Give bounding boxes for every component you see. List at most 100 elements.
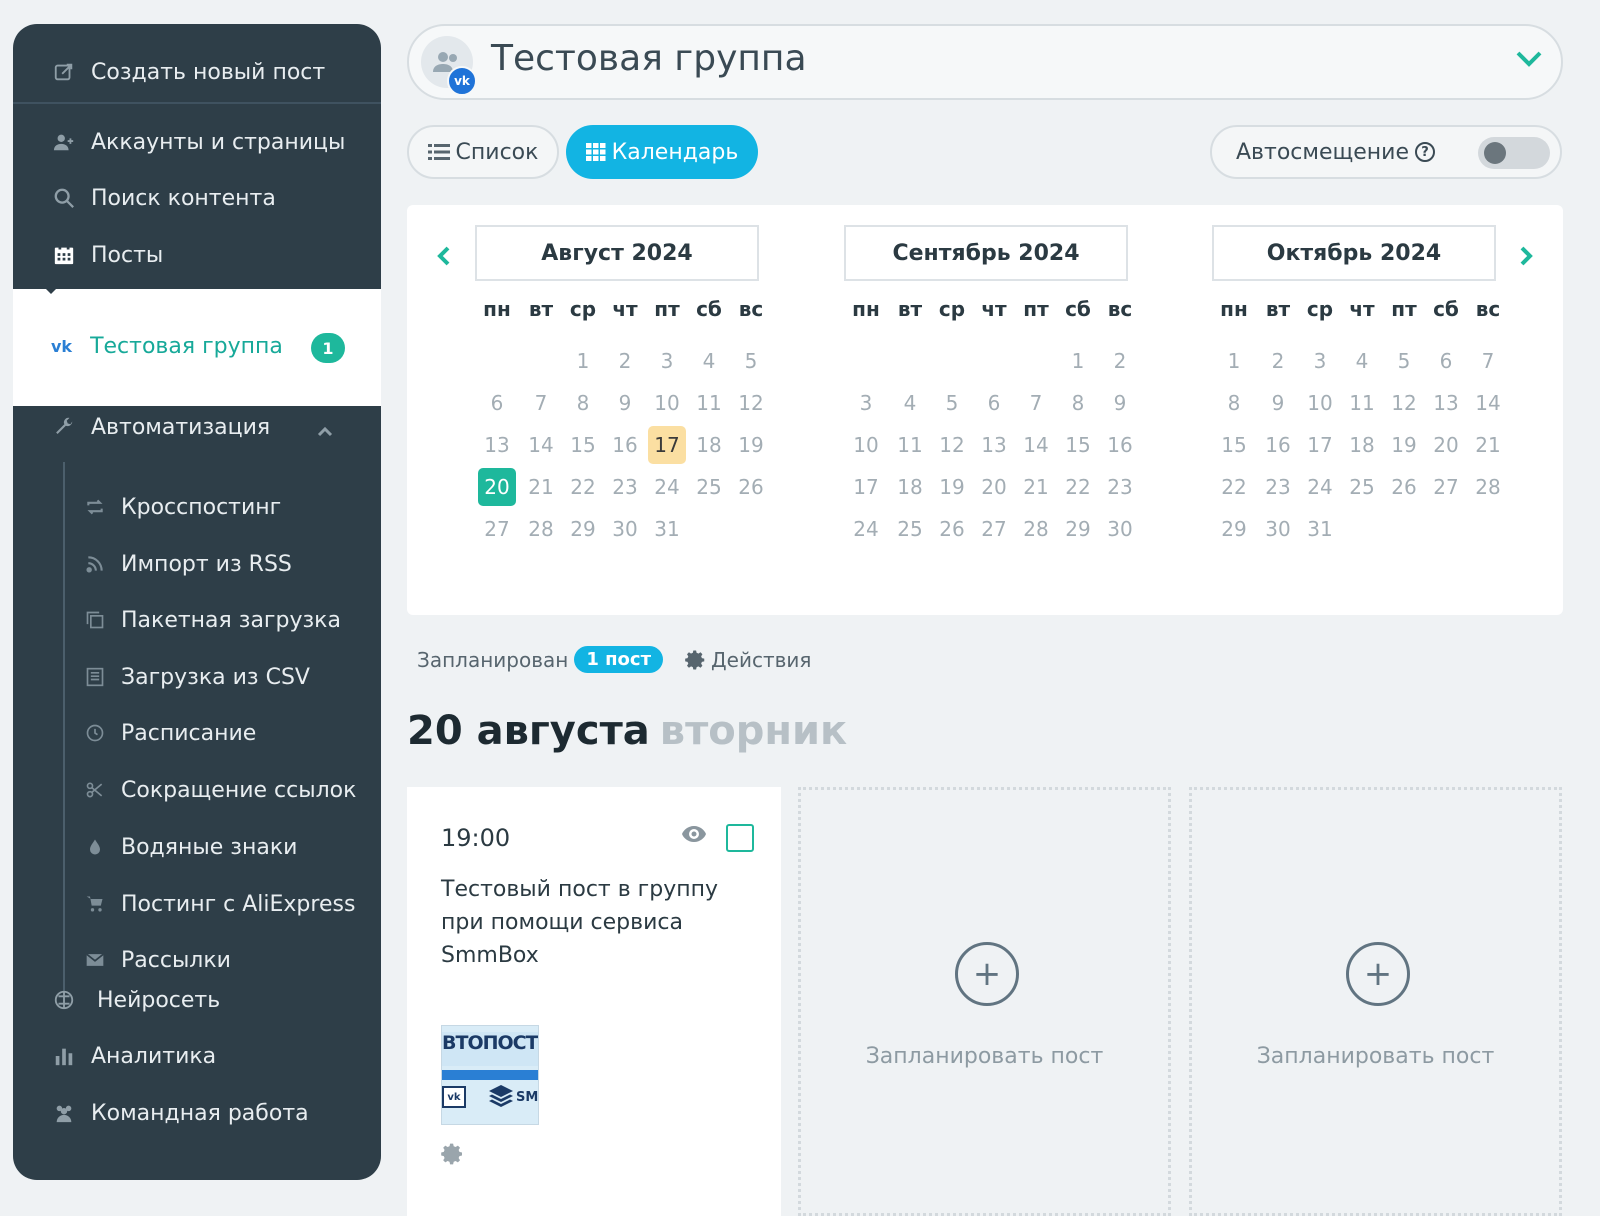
sidebar-subitem[interactable]: Кросспостинг: [13, 482, 381, 532]
sidebar-subitem[interactable]: Загрузка из CSV: [13, 652, 381, 702]
calendar-day[interactable]: 3: [847, 384, 885, 422]
calendar-day[interactable]: 17: [1301, 426, 1339, 464]
calendar-day[interactable]: 13: [1427, 384, 1465, 422]
calendar-day[interactable]: 28: [1017, 510, 1055, 548]
calendar-day[interactable]: 14: [1017, 426, 1055, 464]
calendar-day[interactable]: 13: [478, 426, 516, 464]
list-view-button[interactable]: Список: [407, 125, 559, 179]
calendar-day[interactable]: 19: [732, 426, 770, 464]
chevron-left-icon[interactable]: [437, 243, 451, 273]
calendar-day[interactable]: 29: [1215, 510, 1253, 548]
sidebar-subitem[interactable]: Импорт из RSS: [13, 539, 381, 589]
calendar-day[interactable]: 22: [564, 468, 602, 506]
sidebar-item-analytics[interactable]: Аналитика: [13, 1028, 381, 1084]
sidebar-subitem[interactable]: Расписание: [13, 708, 381, 758]
calendar-day[interactable]: 27: [478, 510, 516, 548]
calendar-day[interactable]: 11: [1343, 384, 1381, 422]
calendar-day[interactable]: 31: [648, 510, 686, 548]
calendar-day[interactable]: 12: [933, 426, 971, 464]
calendar-day[interactable]: 23: [606, 468, 644, 506]
calendar-day[interactable]: 8: [1215, 384, 1253, 422]
empty-slot[interactable]: + Запланировать пост: [798, 787, 1171, 1216]
calendar-day[interactable]: 21: [1017, 468, 1055, 506]
sidebar-subitem[interactable]: Водяные знаки: [13, 822, 381, 872]
calendar-day[interactable]: 8: [1059, 384, 1097, 422]
calendar-day[interactable]: 5: [1385, 342, 1423, 380]
calendar-day[interactable]: 25: [690, 468, 728, 506]
calendar-day[interactable]: 7: [1469, 342, 1507, 380]
calendar-day[interactable]: 26: [1385, 468, 1423, 506]
plus-icon[interactable]: +: [1346, 942, 1410, 1006]
calendar-day[interactable]: 6: [478, 384, 516, 422]
calendar-day[interactable]: 16: [606, 426, 644, 464]
calendar-day[interactable]: 20: [478, 468, 516, 506]
calendar-day[interactable]: 27: [975, 510, 1013, 548]
calendar-day[interactable]: 15: [1059, 426, 1097, 464]
calendar-day[interactable]: 3: [648, 342, 686, 380]
calendar-day[interactable]: 20: [975, 468, 1013, 506]
actions-button[interactable]: Действия: [685, 648, 811, 672]
help-icon[interactable]: ?: [1415, 142, 1435, 162]
chevron-right-icon[interactable]: [1519, 243, 1533, 273]
chevron-down-icon[interactable]: [1515, 50, 1543, 72]
calendar-day[interactable]: 18: [1343, 426, 1381, 464]
calendar-day[interactable]: 15: [564, 426, 602, 464]
calendar-day[interactable]: 24: [648, 468, 686, 506]
calendar-day[interactable]: 2: [1101, 342, 1139, 380]
calendar-day[interactable]: 5: [732, 342, 770, 380]
calendar-day[interactable]: 26: [732, 468, 770, 506]
post-image-thumbnail[interactable]: ВТОПОСТИНГ vk SM: [441, 1025, 539, 1125]
eye-icon[interactable]: [681, 825, 707, 847]
autoshift-toggle[interactable]: [1478, 137, 1550, 169]
calendar-day[interactable]: 28: [522, 510, 560, 548]
calendar-day[interactable]: 18: [891, 468, 929, 506]
calendar-day[interactable]: 23: [1259, 468, 1297, 506]
sidebar-item-search[interactable]: Поиск контента: [13, 170, 381, 226]
calendar-day[interactable]: 26: [933, 510, 971, 548]
calendar-day[interactable]: 8: [564, 384, 602, 422]
month-title[interactable]: Август 2024: [475, 225, 759, 281]
calendar-day[interactable]: 10: [1301, 384, 1339, 422]
calendar-day[interactable]: 30: [1259, 510, 1297, 548]
post-select-checkbox[interactable]: [726, 824, 754, 852]
calendar-day[interactable]: 4: [1343, 342, 1381, 380]
calendar-view-button[interactable]: Календарь: [566, 125, 758, 179]
calendar-day[interactable]: 22: [1215, 468, 1253, 506]
plus-icon[interactable]: +: [955, 942, 1019, 1006]
group-selector[interactable]: vk Тестовая группа: [407, 24, 1563, 100]
calendar-day[interactable]: 23: [1101, 468, 1139, 506]
calendar-day[interactable]: 6: [975, 384, 1013, 422]
calendar-day[interactable]: 19: [1385, 426, 1423, 464]
calendar-day[interactable]: 9: [606, 384, 644, 422]
calendar-day[interactable]: 18: [690, 426, 728, 464]
post-card[interactable]: 19:00 Тестовый пост в группу при помощи …: [407, 787, 781, 1216]
calendar-day[interactable]: 25: [1343, 468, 1381, 506]
calendar-day[interactable]: 12: [732, 384, 770, 422]
calendar-day[interactable]: 24: [847, 510, 885, 548]
calendar-day[interactable]: 10: [648, 384, 686, 422]
calendar-day[interactable]: 10: [847, 426, 885, 464]
month-title[interactable]: Октябрь 2024: [1212, 225, 1496, 281]
calendar-day[interactable]: 3: [1301, 342, 1339, 380]
calendar-day[interactable]: 19: [933, 468, 971, 506]
calendar-day[interactable]: 7: [1017, 384, 1055, 422]
gear-icon[interactable]: [441, 1142, 465, 1170]
calendar-day[interactable]: 1: [1215, 342, 1253, 380]
calendar-day[interactable]: 15: [1215, 426, 1253, 464]
calendar-day[interactable]: 24: [1301, 468, 1339, 506]
sidebar-item-neural[interactable]: Нейросеть: [13, 972, 381, 1028]
sidebar-item-team[interactable]: Командная работа: [13, 1085, 381, 1141]
calendar-day[interactable]: 29: [564, 510, 602, 548]
calendar-day[interactable]: 21: [522, 468, 560, 506]
calendar-day[interactable]: 14: [1469, 384, 1507, 422]
calendar-day[interactable]: 9: [1101, 384, 1139, 422]
calendar-day[interactable]: 28: [1469, 468, 1507, 506]
calendar-day[interactable]: 30: [606, 510, 644, 548]
sidebar-item-create-post[interactable]: Создать новый пост: [13, 44, 381, 100]
month-title[interactable]: Сентябрь 2024: [844, 225, 1128, 281]
calendar-day[interactable]: 31: [1301, 510, 1339, 548]
calendar-day[interactable]: 2: [606, 342, 644, 380]
calendar-day[interactable]: 21: [1469, 426, 1507, 464]
calendar-day[interactable]: 4: [891, 384, 929, 422]
calendar-day[interactable]: 25: [891, 510, 929, 548]
